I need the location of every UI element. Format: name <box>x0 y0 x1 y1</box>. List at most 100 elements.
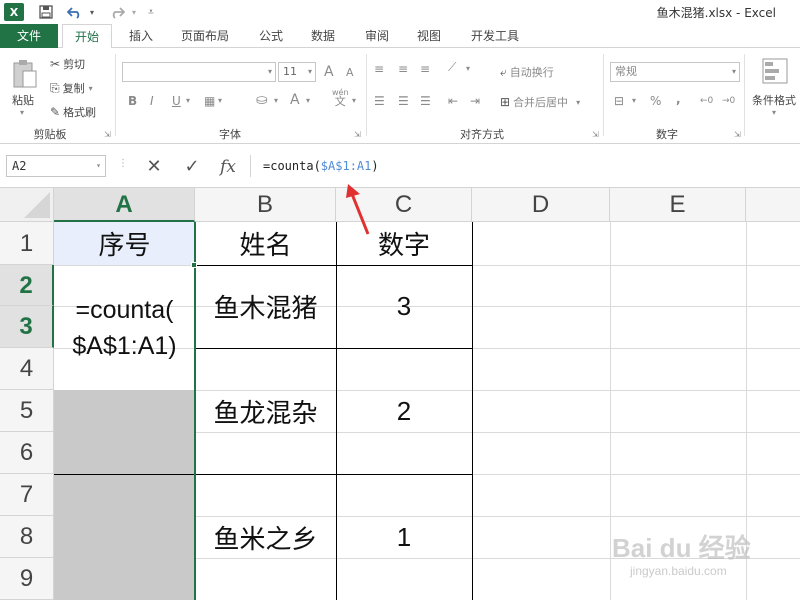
cell-b4[interactable]: 鱼龙混杂 <box>195 348 336 474</box>
save-icon[interactable] <box>36 2 56 22</box>
cell-c2[interactable]: 3 <box>336 265 472 348</box>
align-middle-icon[interactable]: ≡ <box>398 62 408 76</box>
row-header-3[interactable]: 3 <box>0 306 54 348</box>
italic-button[interactable]: I <box>150 94 154 108</box>
clipboard-launcher-icon[interactable]: ⇲ <box>104 130 111 139</box>
decrease-decimal-icon[interactable]: →0 <box>722 96 735 106</box>
currency-icon[interactable]: ⊟ <box>614 94 624 108</box>
redo-icon[interactable] <box>106 2 128 22</box>
row-header-1[interactable]: 1 <box>0 222 54 265</box>
align-right-icon[interactable]: ☰ <box>420 94 431 108</box>
increase-indent-icon[interactable]: ⇥ <box>470 94 480 108</box>
align-bottom-icon[interactable]: ≡ <box>420 62 430 76</box>
cell-b7[interactable]: 鱼米之乡 <box>195 474 336 600</box>
border-icon[interactable]: ▦ <box>204 94 215 108</box>
tab-developer[interactable]: 开发工具 <box>460 24 530 48</box>
font-color-icon[interactable]: A <box>290 92 300 108</box>
alignment-launcher-icon[interactable]: ⇲ <box>592 130 599 139</box>
number-format-combo[interactable]: 常规 ▾ <box>610 62 740 82</box>
row-header-2[interactable]: 2 <box>0 265 54 306</box>
phonetic-icon[interactable]: wén 文 <box>332 88 349 107</box>
row-header-5[interactable]: 5 <box>0 390 54 432</box>
grow-font-icon[interactable]: A <box>324 64 334 80</box>
tab-review[interactable]: 审阅 <box>354 24 400 48</box>
conditional-format-icon[interactable] <box>760 56 790 86</box>
orientation-icon[interactable]: ⟋ <box>448 60 456 75</box>
row-header-8[interactable]: 8 <box>0 516 54 558</box>
shrink-font-icon[interactable]: A <box>346 66 354 79</box>
fill-handle[interactable] <box>191 262 197 268</box>
enter-icon[interactable]: ✓ <box>180 156 204 178</box>
tab-home[interactable]: 开始 <box>62 24 112 49</box>
conditional-dropdown-icon[interactable]: ▾ <box>772 108 776 117</box>
merge-dropdown-icon: ▾ <box>576 97 581 107</box>
cell-b2[interactable]: 鱼木混猪 <box>195 265 336 348</box>
undo-dropdown-icon[interactable]: ▾ <box>86 2 98 22</box>
align-left-icon[interactable]: ☰ <box>374 94 385 108</box>
cell-b1[interactable]: 姓名 <box>195 222 336 265</box>
font-name-combo[interactable]: ▾ <box>122 62 276 82</box>
merge-center-button[interactable]: ⊞ 合并后居中 ▾ <box>500 94 580 110</box>
redo-dropdown-icon[interactable]: ▾ <box>128 2 140 22</box>
underline-dropdown-icon[interactable]: ▾ <box>186 96 190 105</box>
fill-dropdown-icon[interactable]: ▾ <box>274 96 278 105</box>
undo-icon[interactable] <box>64 2 86 22</box>
column-header-b[interactable]: B <box>195 188 336 222</box>
border-dropdown-icon[interactable]: ▾ <box>218 96 222 105</box>
tab-insert[interactable]: 插入 <box>118 24 164 48</box>
paste-dropdown-icon[interactable]: ▾ <box>20 108 24 117</box>
font-launcher-icon[interactable]: ⇲ <box>354 130 361 139</box>
formula-bar-dots-icon: ⋮ <box>118 158 128 169</box>
number-launcher-icon[interactable]: ⇲ <box>734 130 741 139</box>
align-center-icon[interactable]: ☰ <box>398 94 409 108</box>
conditional-format-button[interactable]: 条件格式 <box>752 92 796 108</box>
format-painter-button[interactable]: ✎ 格式刷 <box>50 104 96 120</box>
alignment-group-label: 对齐方式 <box>460 128 504 141</box>
cell-c4[interactable]: 2 <box>336 348 472 474</box>
column-header-a[interactable]: A <box>54 188 195 222</box>
comma-button[interactable]: , <box>676 92 681 106</box>
tab-view[interactable]: 视图 <box>406 24 452 48</box>
cell-a2-text-line2: $A$1:A1) <box>72 331 177 360</box>
paste-icon[interactable] <box>8 56 42 92</box>
font-color-dropdown-icon[interactable]: ▾ <box>306 96 310 105</box>
underline-button[interactable]: U <box>172 94 181 108</box>
decrease-indent-icon[interactable]: ⇤ <box>448 94 458 108</box>
row-header-9[interactable]: 9 <box>0 558 54 600</box>
column-header-d[interactable]: D <box>472 188 610 222</box>
percent-button[interactable]: % <box>650 94 661 108</box>
customize-icon[interactable]: ⩡ <box>144 2 158 22</box>
row-header-4[interactable]: 4 <box>0 348 54 390</box>
column-header-f[interactable] <box>746 188 800 222</box>
row-header-7[interactable]: 7 <box>0 474 54 516</box>
group-divider <box>744 54 745 136</box>
copy-dropdown-icon: ▾ <box>88 83 93 93</box>
align-top-icon[interactable]: ≡ <box>374 62 384 76</box>
tab-file[interactable]: 文件 <box>0 24 58 48</box>
wrap-text-button[interactable]: ⤶ 自动换行 <box>500 64 554 80</box>
row-header-6[interactable]: 6 <box>0 432 54 474</box>
insert-function-icon[interactable]: fx <box>216 156 240 178</box>
cell-c7[interactable]: 1 <box>336 474 472 600</box>
cancel-icon[interactable]: ✕ <box>142 156 166 178</box>
font-size-combo[interactable]: 11 ▾ <box>278 62 316 82</box>
orientation-dropdown-icon[interactable]: ▾ <box>466 64 470 73</box>
formula-input[interactable]: =counta($A$1:A1) <box>250 155 798 177</box>
name-box[interactable]: A2 ▾ <box>6 155 106 177</box>
copy-button[interactable]: ⎘ 复制 ▾ <box>50 80 93 96</box>
cell-a1[interactable]: 序号 <box>54 222 195 265</box>
paste-button[interactable]: 粘贴 <box>12 92 34 108</box>
fill-color-icon[interactable]: ⛀ <box>256 92 268 108</box>
tab-formulas[interactable]: 公式 <box>248 24 294 48</box>
cut-button[interactable]: ✂ 剪切 <box>50 56 85 72</box>
increase-decimal-icon[interactable]: ←0 <box>700 96 713 106</box>
tab-data[interactable]: 数据 <box>300 24 346 48</box>
bold-button[interactable]: B <box>128 94 137 108</box>
currency-dropdown-icon[interactable]: ▾ <box>632 96 636 105</box>
cell-a2-editing[interactable]: =counta( $A$1:A1) <box>54 265 195 390</box>
select-all-corner[interactable] <box>0 188 54 222</box>
tab-page-layout[interactable]: 页面布局 <box>170 24 240 48</box>
column-header-e[interactable]: E <box>610 188 746 222</box>
phonetic-dropdown-icon[interactable]: ▾ <box>352 96 356 105</box>
filled-cells-a5-a9 <box>54 390 195 600</box>
